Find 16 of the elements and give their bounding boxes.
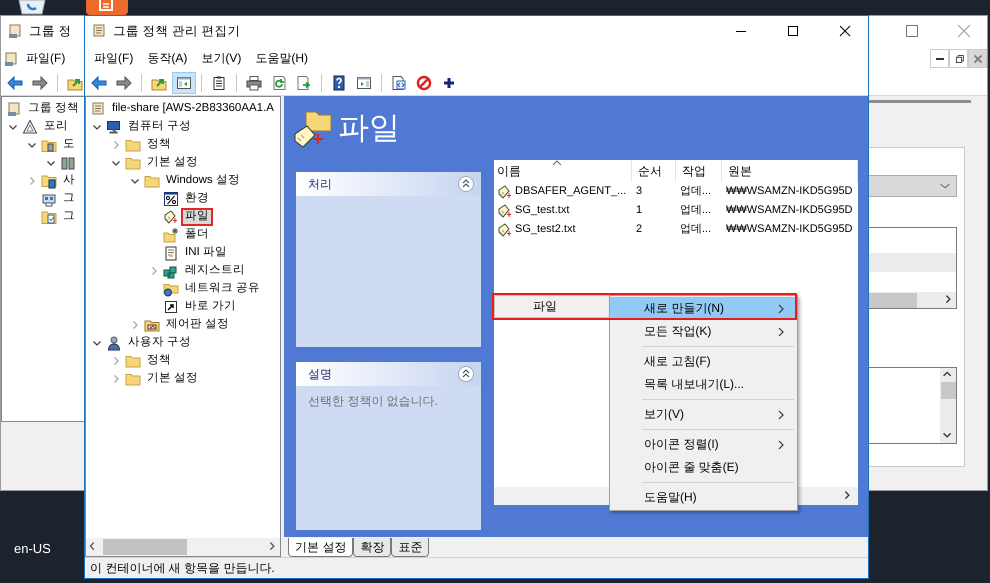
- panel-title: 설명: [308, 366, 332, 382]
- table-cell: ₩₩WSAMZN-IKD5G95D: [726, 222, 852, 236]
- table-cell: 2: [636, 222, 642, 236]
- panel-text: 선택한 정책이 없습니다.: [307, 393, 440, 410]
- window-title: 그룹 정: [29, 24, 72, 38]
- table-cell: ₩₩WSAMZN-IKD5G95D: [726, 184, 852, 198]
- page-title: 파일: [338, 109, 400, 147]
- table-cell: 1: [636, 204, 642, 218]
- window-title: 그룹 정책 관리 편집기: [113, 24, 240, 38]
- status-bar: 이 컨테이너에 새 항목을 만듭니다.: [85, 557, 868, 578]
- table-cell: 업데...: [680, 222, 712, 236]
- table-cell: 업데...: [680, 184, 712, 198]
- table-cell: 업데...: [680, 204, 712, 218]
- table-cell: 3: [636, 184, 642, 198]
- panel-title: 처리: [308, 176, 332, 192]
- table-cell: ₩₩WSAMZN-IKD5G95D: [726, 204, 852, 218]
